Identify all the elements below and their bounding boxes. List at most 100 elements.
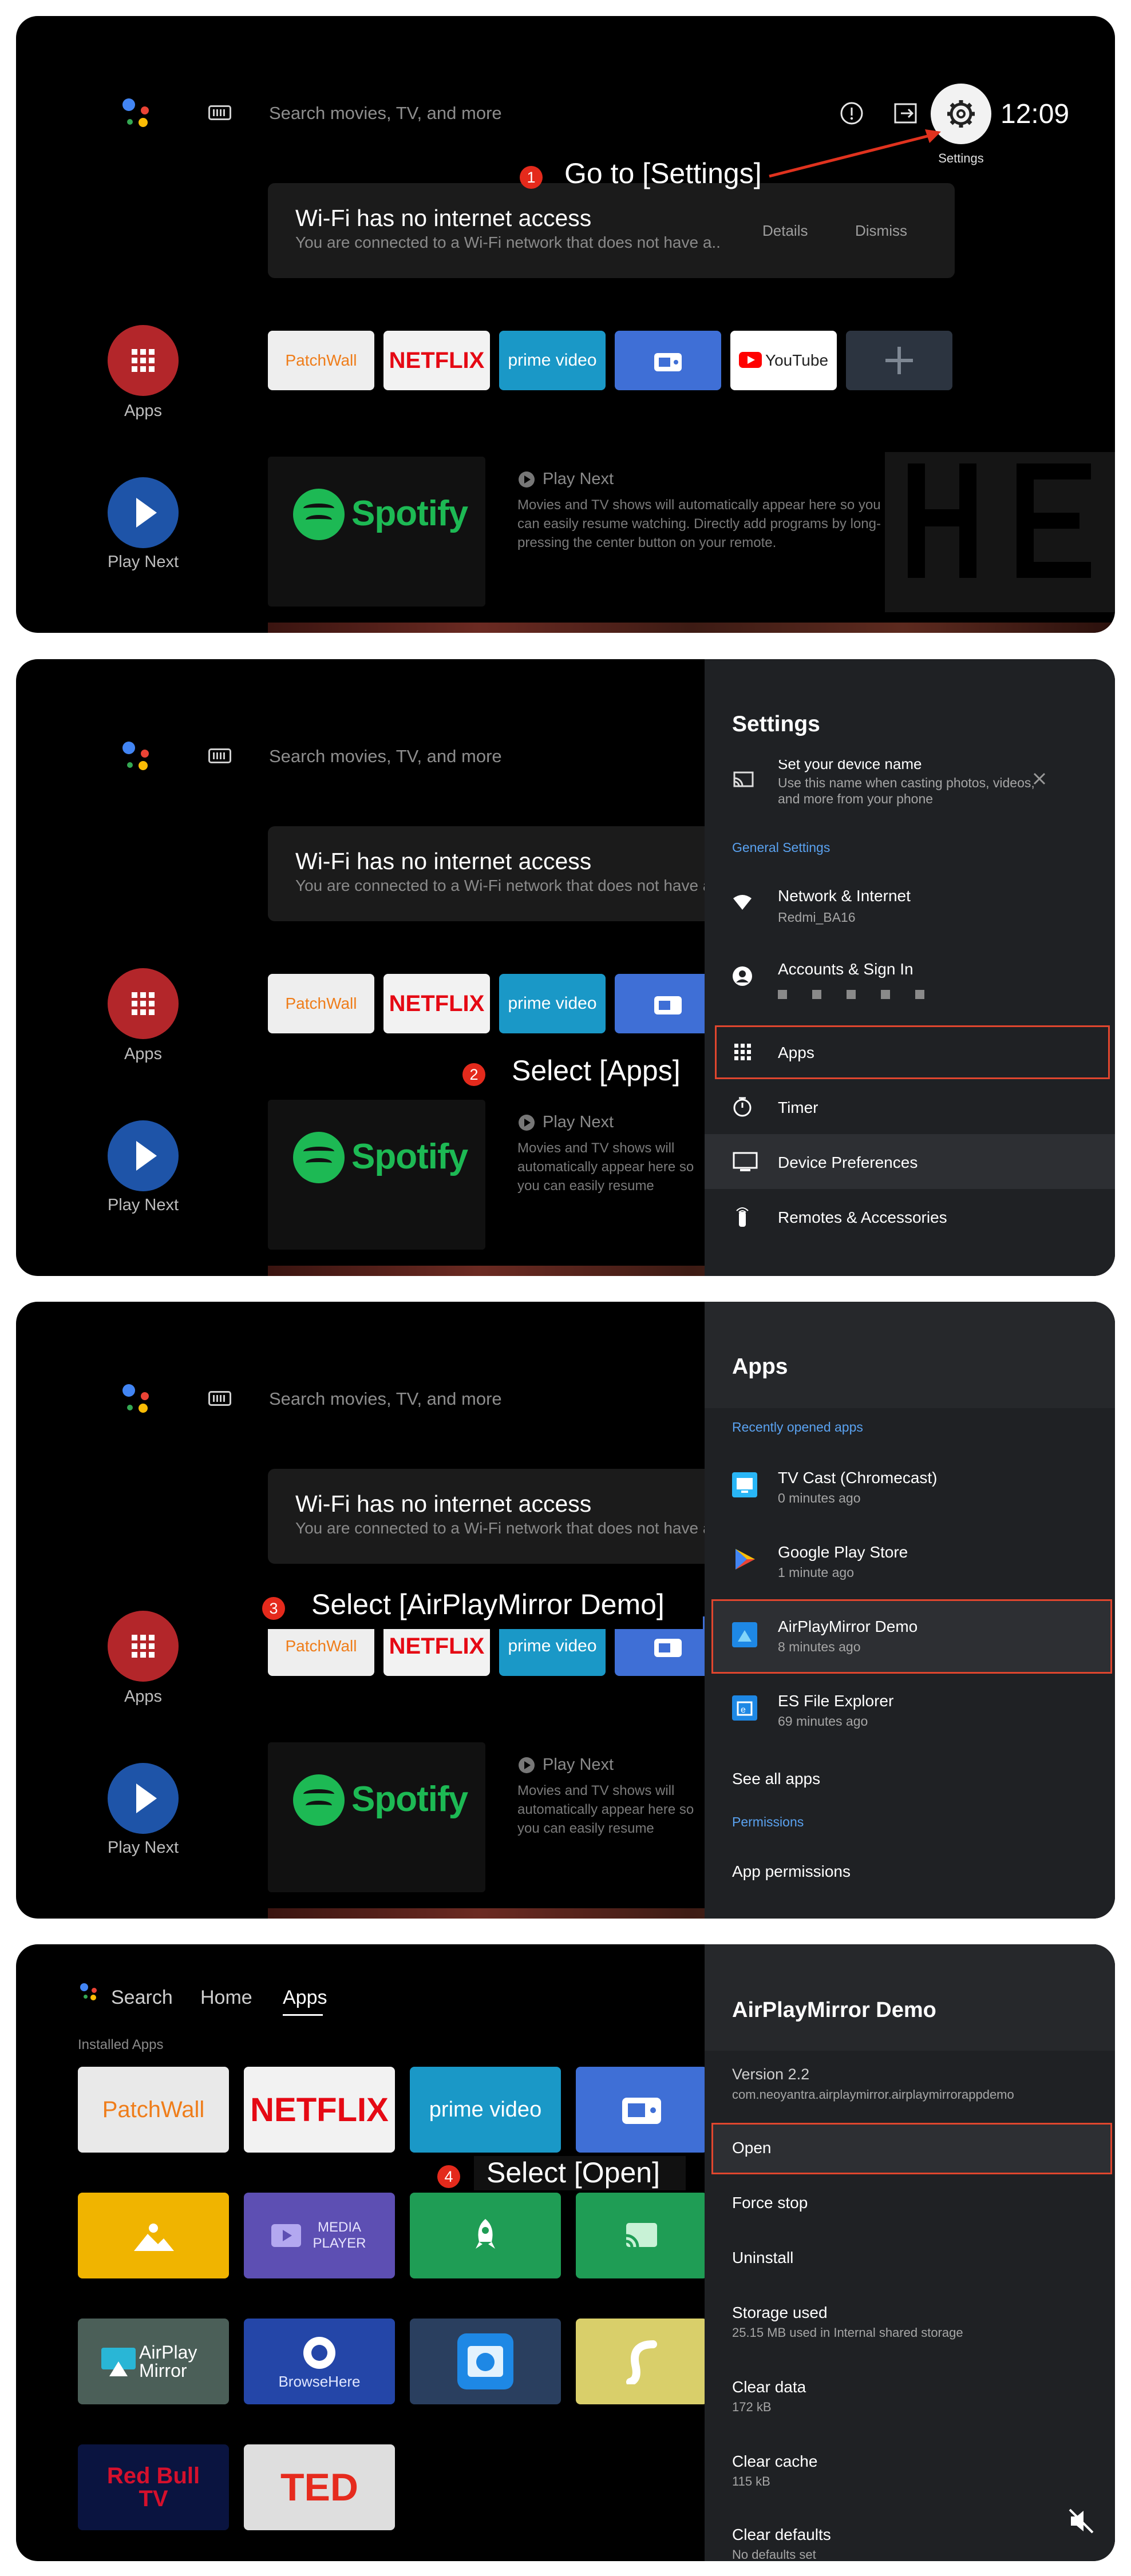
details-button[interactable]: Details [762, 222, 808, 240]
app-tile-browsehere[interactable]: BrowseHere [244, 2319, 395, 2404]
app-tile-gallery[interactable] [78, 2193, 229, 2278]
play-next-title: Play Next [543, 1113, 614, 1131]
google-assistant-icon[interactable] [120, 96, 155, 130]
screenshot-panel-home: Search movies, TV, and more 12:09 Settin… [16, 16, 1115, 633]
keyboard-icon[interactable] [208, 748, 231, 763]
recent-app-time: 69 minutes ago [778, 1714, 868, 1729]
recent-app-name[interactable]: Google Play Store [778, 1543, 908, 1562]
airplay-icon [101, 2348, 136, 2376]
device-name-title: Set your device name [778, 760, 922, 772]
app-tile-live-tv[interactable] [576, 2067, 707, 2153]
device-name-subtitle: Use this name when casting photos, video… [778, 775, 1035, 806]
app-tile-redbull-tv[interactable]: Red Bull TV [78, 2444, 229, 2530]
timer-item[interactable]: Timer [778, 1099, 818, 1117]
add-app-tile[interactable] [846, 331, 952, 390]
close-icon[interactable] [1031, 770, 1048, 787]
remotes-item[interactable]: Remotes & Accessories [778, 1208, 947, 1227]
play-next-button[interactable] [108, 1763, 179, 1834]
app-tile-netflix[interactable]: NETFLIX [383, 974, 490, 1033]
step-instruction: Select [Open] [487, 2157, 660, 2189]
app-tile-media-player[interactable]: MEDIA PLAYER [244, 2193, 395, 2278]
dismiss-button[interactable]: Dismiss [855, 222, 907, 240]
spotify-card[interactable]: Spotify [268, 1100, 485, 1250]
apps-grid-icon [132, 992, 155, 1015]
spotify-icon [293, 1774, 345, 1826]
search-input[interactable]: Search movies, TV, and more [269, 746, 502, 767]
app-tile-launcher[interactable] [410, 2193, 561, 2278]
arrow-annotation [769, 129, 941, 178]
storage-used-item[interactable]: Storage used [732, 2304, 828, 2322]
keyboard-icon[interactable] [208, 105, 231, 120]
clear-defaults-button[interactable]: Clear defaults [732, 2526, 831, 2544]
force-stop-button[interactable]: Force stop [732, 2194, 808, 2212]
app-tile-file-explorer[interactable] [410, 2319, 561, 2404]
network-internet-item[interactable]: Network & Internet [778, 887, 911, 905]
recent-app-name[interactable]: ES File Explorer [778, 1692, 893, 1710]
network-subtitle: Redmi_BA16 [778, 910, 856, 925]
play-next-description: Movies and TV shows will automatically a… [517, 1140, 694, 1194]
tv-icon [654, 996, 682, 1014]
play-next-button[interactable] [108, 477, 179, 548]
app-tile-netflix[interactable]: NETFLIX [383, 331, 490, 390]
app-tile-netflix[interactable]: NETFLIX [244, 2067, 395, 2153]
apps-button[interactable] [108, 1611, 179, 1682]
photo-icon [134, 2224, 174, 2251]
google-assistant-icon[interactable] [120, 1382, 155, 1416]
app-tile-youtube[interactable]: YouTube [730, 331, 837, 390]
tv-cast-app-icon [732, 1472, 757, 1497]
play-next-button[interactable] [108, 1120, 179, 1191]
tile-label: PatchWall [285, 351, 357, 369]
recent-app-name[interactable]: AirPlayMirror Demo [778, 1618, 918, 1636]
keyboard-icon[interactable] [208, 1391, 231, 1406]
app-permissions-item[interactable]: App permissions [732, 1862, 851, 1881]
spotify-wordmark: Spotify [351, 494, 468, 533]
accounts-item[interactable]: Accounts & Sign In [778, 960, 913, 978]
toast-message: You are connected to a Wi-Fi network tha… [295, 877, 721, 894]
toast-title: Wi-Fi has no internet access [295, 1491, 592, 1517]
see-all-apps[interactable]: See all apps [732, 1770, 820, 1788]
app-tile-prime-video[interactable]: prime video [499, 974, 606, 1033]
recent-app-time: 0 minutes ago [778, 1491, 861, 1505]
play-icon [136, 1784, 157, 1813]
nav-home[interactable]: Home [200, 1987, 252, 2009]
apps-item[interactable]: Apps [778, 1044, 814, 1062]
spotify-card[interactable]: Spotify [268, 1742, 485, 1892]
app-tile-patchwall[interactable]: PatchWall [268, 331, 374, 390]
app-tile-yellow-app[interactable] [576, 2319, 707, 2404]
apps-grid-icon [132, 1635, 155, 1658]
app-tile-prime-video[interactable]: prime video [410, 2067, 561, 2153]
google-assistant-icon[interactable] [79, 1982, 102, 2005]
open-button[interactable]: Open [732, 2139, 772, 2157]
app-tile-airplay-mirror[interactable]: AirPlay Mirror [78, 2319, 229, 2404]
screenshot-panel-settings: Search movies, TV, and more Wi-Fi has no… [16, 659, 1115, 1276]
tv-icon [654, 1639, 682, 1657]
app-tile-prime-video[interactable]: prime video [499, 331, 606, 390]
app-tile-patchwall[interactable]: PatchWall [268, 974, 374, 1033]
mute-icon[interactable] [1065, 2505, 1097, 2537]
spotify-wordmark: Spotify [351, 1780, 468, 1819]
device-preferences-item[interactable]: Device Preferences [778, 1154, 918, 1172]
search-input[interactable]: Search movies, TV, and more [269, 103, 502, 124]
google-assistant-icon[interactable] [120, 739, 155, 774]
app-tile-patchwall[interactable]: PatchWall [78, 2067, 229, 2153]
uninstall-button[interactable]: Uninstall [732, 2249, 793, 2267]
app-tile-cast[interactable] [576, 2193, 707, 2278]
search-input[interactable]: Search movies, TV, and more [269, 1389, 502, 1409]
recent-app-name[interactable]: TV Cast (Chromecast) [778, 1469, 938, 1487]
clear-data-button[interactable]: Clear data [732, 2378, 806, 2396]
apps-button[interactable] [108, 968, 179, 1039]
device-name-row[interactable]: Set your device name Use this name when … [705, 760, 1115, 829]
app-tile-ted[interactable]: TED [244, 2444, 395, 2530]
clear-cache-button[interactable]: Clear cache [732, 2452, 817, 2471]
nav-apps[interactable]: Apps [283, 1987, 327, 2009]
apps-button[interactable] [108, 325, 179, 396]
app-tile-live-tv[interactable] [615, 331, 721, 390]
play-icon [136, 498, 157, 528]
play-next-label: Play Next [107, 553, 179, 571]
play-next-small-icon [519, 471, 535, 488]
tile-label: NETFLIX [250, 2091, 389, 2129]
tile-label: prime video [508, 994, 597, 1013]
nav-search[interactable]: Search [111, 1987, 173, 2009]
play-store-icon [735, 1549, 755, 1570]
spotify-card[interactable]: Spotify [268, 457, 485, 607]
